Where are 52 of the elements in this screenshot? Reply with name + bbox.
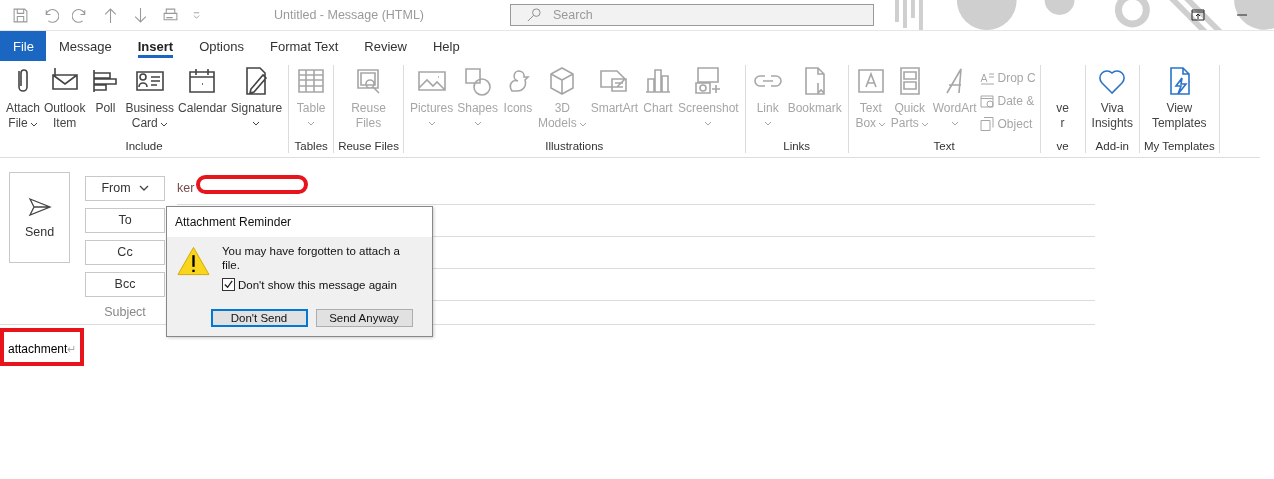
group-label: Add-in (1095, 140, 1129, 153)
ribbon-button[interactable]: View Templates (1149, 65, 1209, 131)
group-label: Tables (294, 140, 328, 153)
address-button[interactable]: Cc (85, 239, 165, 265)
dialog-button[interactable]: Don't Send (210, 309, 308, 327)
subject-label: Subject (103, 305, 147, 319)
ribbon-display-icon[interactable] (1191, 9, 1205, 21)
address-button[interactable]: Bcc (85, 271, 165, 297)
address-button[interactable]: To (85, 207, 165, 233)
save-icon[interactable] (12, 6, 29, 24)
ribbon-button[interactable]: Business Card (123, 65, 177, 131)
group-label: Illustrations (545, 140, 604, 153)
ribbon-tab[interactable]: Insert (124, 31, 187, 61)
ribbon-button[interactable]: Viva Insights (1089, 65, 1135, 131)
up-arrow-icon[interactable] (102, 6, 119, 24)
ribbon-button[interactable]: ve r (1044, 65, 1081, 131)
group-label: Text (933, 140, 955, 153)
search-field[interactable]: Search (510, 4, 874, 26)
ribbon-tab[interactable]: Message (46, 31, 125, 61)
group-label: Links (783, 140, 811, 153)
paper-plane-icon (27, 196, 52, 217)
ribbon-tab[interactable]: Help (420, 31, 473, 61)
customize-caret-icon[interactable] (192, 10, 201, 20)
send-button[interactable]: Send (9, 172, 70, 263)
ribbon-tab[interactable]: File (0, 31, 46, 61)
dialog-title: Attachment Reminder (167, 207, 432, 237)
dialog-button[interactable]: Send Anyway (315, 309, 413, 327)
address-button[interactable]: From (85, 175, 165, 201)
body-text: attachment (8, 342, 68, 356)
dialog-message: You may have forgotten to attach a file. (222, 244, 401, 272)
group-label: Reuse Files (338, 140, 399, 153)
group-label: ve (1056, 140, 1069, 153)
ribbon-button[interactable]: Attach File (4, 65, 43, 131)
down-arrow-icon[interactable] (132, 6, 149, 24)
ribbon-tab[interactable]: Options (186, 31, 257, 61)
group-label: Include (125, 140, 163, 153)
ribbon-button[interactable]: Outlook Item (42, 65, 88, 131)
ribbon-button[interactable]: Calendar (176, 65, 229, 116)
ribbon-button[interactable]: Poll (87, 65, 124, 116)
window-title: Untitled - Message (HTML) (274, 8, 426, 22)
checkbox[interactable] (222, 278, 235, 291)
ribbon-tab[interactable]: Format Text (256, 31, 352, 61)
warning-icon (177, 246, 210, 276)
search-icon (526, 7, 541, 22)
paragraph-mark: ↵ (67, 343, 77, 356)
group-label: My Templates (1143, 140, 1215, 153)
ribbon-tab[interactable]: Review (351, 31, 420, 61)
object-icon (978, 115, 995, 132)
checkbox-label: Don't show this message again (238, 278, 397, 291)
calendar-clock-icon (978, 92, 995, 109)
sender-address: ker (177, 180, 195, 195)
ribbon-button[interactable]: Signature (228, 65, 285, 127)
